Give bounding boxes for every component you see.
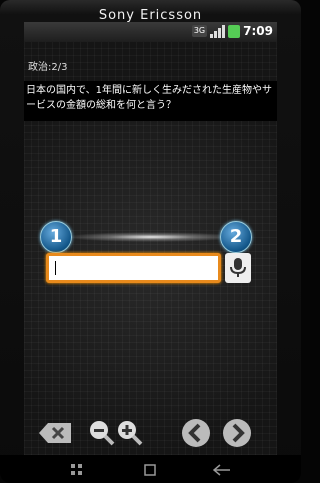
phone-device: Sony Ericsson 3G 7:09 政治:2/3 日本の国内で、1年間に… xyxy=(0,0,301,483)
zoom-in-button[interactable] xyxy=(117,420,143,450)
grid-icon xyxy=(71,464,82,475)
step-badge-1: 1 xyxy=(40,221,72,253)
chevron-left-icon xyxy=(182,419,210,447)
backspace-button[interactable] xyxy=(38,422,72,448)
zoom-out-icon xyxy=(90,421,115,446)
text-caret xyxy=(55,261,56,275)
back-button[interactable] xyxy=(212,461,231,480)
signal-icon xyxy=(210,24,226,38)
backspace-icon xyxy=(39,423,71,443)
app-screen: 3G 7:09 政治:2/3 日本の国内で、1年間に新しく生みだされた生産物やサ… xyxy=(24,22,277,455)
brand-logo: Sony Ericsson xyxy=(98,8,203,23)
answer-input[interactable] xyxy=(46,253,221,283)
status-bar: 3G 7:09 xyxy=(24,22,277,42)
prev-button[interactable] xyxy=(181,418,211,452)
system-nav-bar xyxy=(0,455,301,483)
status-time: 7:09 xyxy=(243,24,273,38)
network-type: 3G xyxy=(191,25,208,37)
mic-button[interactable] xyxy=(225,253,251,283)
next-button[interactable] xyxy=(222,418,252,452)
menu-button[interactable] xyxy=(71,461,83,480)
home-button[interactable] xyxy=(144,461,156,480)
question-counter: 政治:2/3 xyxy=(28,62,68,73)
back-arrow-icon xyxy=(212,464,230,476)
divider-glow xyxy=(64,232,239,242)
question-text: 日本の国内で、1年間に新しく生みだされた生産物やサービスの金額の総和を何と言う？ xyxy=(24,81,277,121)
mic-icon xyxy=(230,258,246,277)
status-icons: 3G 7:09 xyxy=(191,24,273,38)
step-badge-2: 2 xyxy=(220,221,252,253)
zoom-in-icon xyxy=(118,421,143,446)
chevron-right-icon xyxy=(223,419,251,447)
zoom-out-button[interactable] xyxy=(89,420,115,450)
square-icon xyxy=(144,464,156,476)
battery-icon xyxy=(228,24,241,38)
